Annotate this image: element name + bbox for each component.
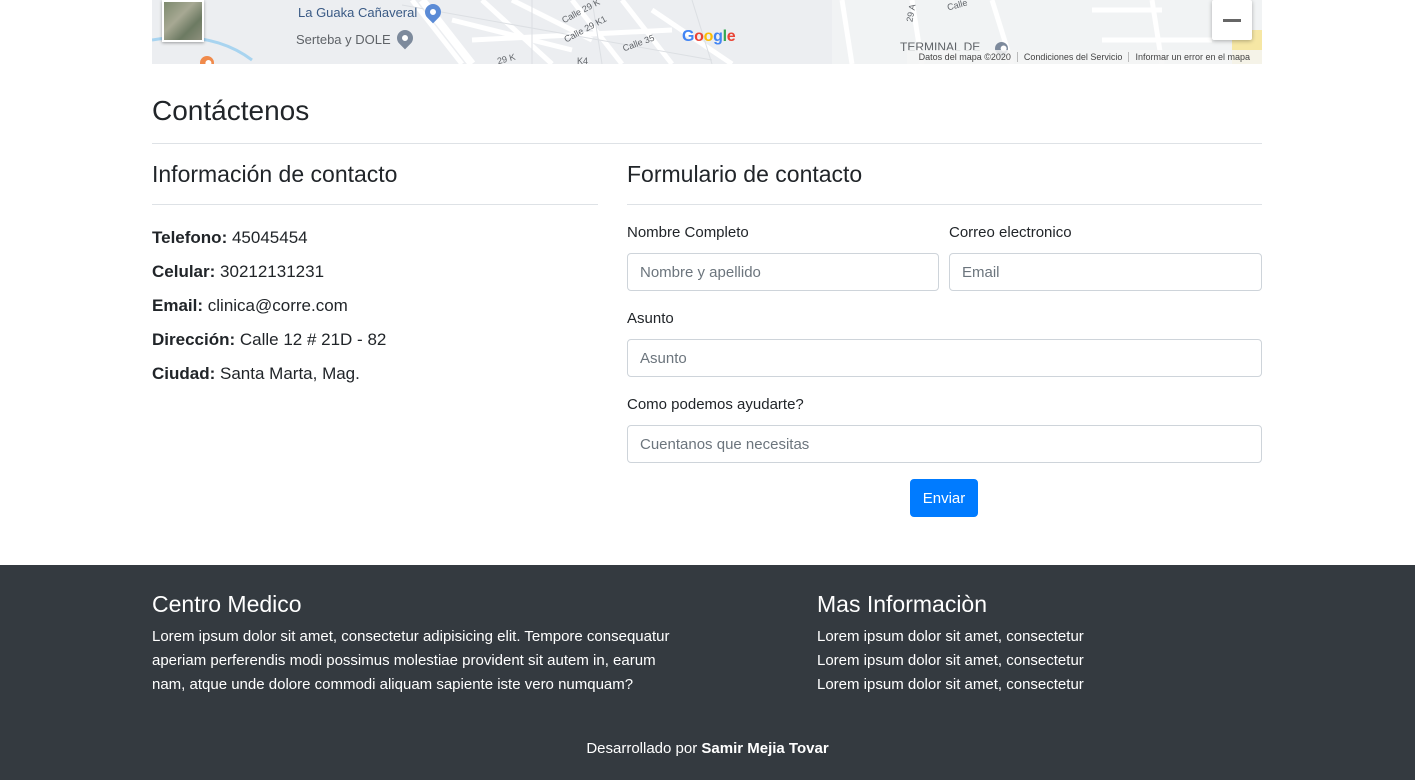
footer-credit: Desarrollado por Samir Mejia Tovar xyxy=(586,740,829,757)
name-input[interactable] xyxy=(627,253,939,291)
email-label: Correo electronico xyxy=(949,224,1072,241)
map-satellite-toggle[interactable] xyxy=(162,0,204,42)
address-info: Dirección: Calle 12 # 21D - 82 xyxy=(152,330,387,349)
zoom-out-button[interactable] xyxy=(1212,0,1252,40)
footer-right-line: Lorem ipsum dolor sit amet, consectetur xyxy=(817,676,1084,693)
phone-info: Telefono: 45045454 xyxy=(152,228,308,247)
map-attribution: Datos del mapa ©2020 Condiciones del Ser… xyxy=(906,50,1262,64)
footer-right-title: Mas Informaciòn xyxy=(817,591,988,617)
contact-form-title: Formulario de contacto xyxy=(627,161,863,187)
email-info: Email: clinica@corre.com xyxy=(152,296,348,315)
form-divider xyxy=(627,204,1262,205)
page-title: Contáctenos xyxy=(152,95,310,126)
map-data-credit: Datos del mapa ©2020 xyxy=(918,52,1011,62)
info-divider xyxy=(152,204,598,205)
footer-left-text: Lorem ipsum dolor sit amet, consectetur … xyxy=(152,628,670,693)
map-place-label[interactable]: Serteba y DOLE xyxy=(296,32,391,47)
street-label: K4 xyxy=(577,56,589,64)
map-place-label[interactable]: La Guaka Cañaveral xyxy=(298,5,417,20)
google-logo: Google xyxy=(682,28,736,45)
footer-right-line: Lorem ipsum dolor sit amet, consectetur xyxy=(817,652,1084,669)
footer: Centro Medico Lorem ipsum dolor sit amet… xyxy=(0,565,1415,780)
subject-label: Asunto xyxy=(627,310,674,327)
contact-info-title: Información de contacto xyxy=(152,161,398,187)
map-terms-link[interactable]: Condiciones del Servicio xyxy=(1016,52,1129,62)
city-info: Ciudad: Santa Marta, Mag. xyxy=(152,364,360,383)
developer-name: Samir Mejia Tovar xyxy=(701,740,829,757)
map-report-link[interactable]: Informar un error en el mapa xyxy=(1128,52,1256,62)
map-embed[interactable]: La Guaka Cañaveral Serteba y DOLE Calle … xyxy=(152,0,1262,64)
title-divider xyxy=(152,143,1262,144)
subject-input[interactable] xyxy=(627,339,1262,377)
send-button[interactable]: Enviar xyxy=(910,479,978,517)
message-label: Como podemos ayudarte? xyxy=(627,396,804,413)
name-label: Nombre Completo xyxy=(627,224,749,241)
footer-right-line: Lorem ipsum dolor sit amet, consectetur xyxy=(817,628,1084,645)
footer-right-list: Lorem ipsum dolor sit amet, consectetur … xyxy=(817,625,1262,697)
message-input[interactable] xyxy=(627,425,1262,463)
email-input[interactable] xyxy=(949,253,1262,291)
footer-left-title: Centro Medico xyxy=(152,591,302,617)
mobile-info: Celular: 30212131231 xyxy=(152,262,325,281)
